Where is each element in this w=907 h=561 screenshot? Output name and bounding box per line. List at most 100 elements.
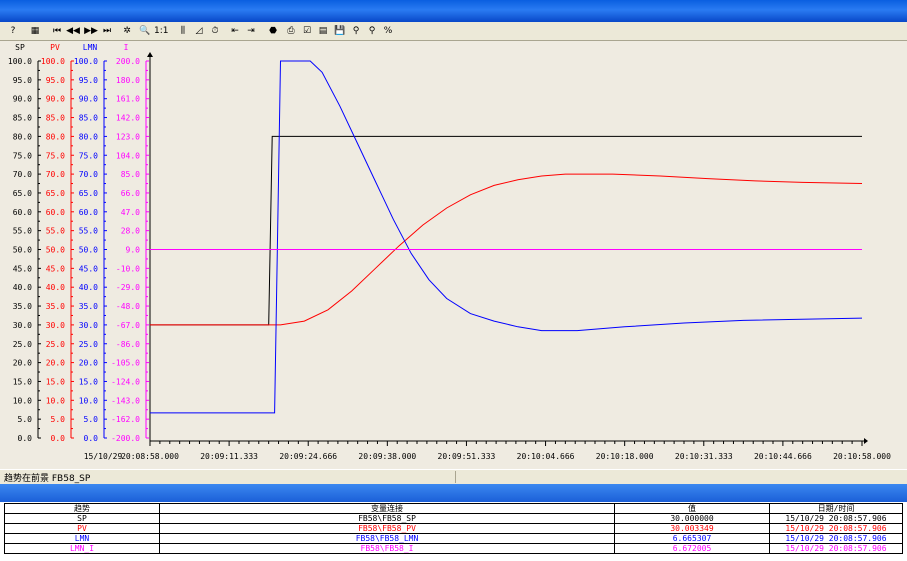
x-axis-label: 20:09:11.333 xyxy=(200,452,258,461)
axis-label-lmn: 45.0 xyxy=(79,264,98,273)
axis-label-i: -86.0 xyxy=(116,340,140,349)
help-button[interactable]: ? xyxy=(6,24,20,38)
cell-variable: FB58\FB58_PV xyxy=(159,523,615,534)
axis-label-sp: 65.0 xyxy=(13,189,32,198)
axis-label-sp: 35.0 xyxy=(13,302,32,311)
cell-datetime: 15/10/29 20:08:57.906 xyxy=(769,533,903,544)
axis-label-pv: 55.0 xyxy=(46,227,65,236)
axis-label-sp: 0.0 xyxy=(18,434,33,443)
axis-label-pv: 85.0 xyxy=(46,114,65,123)
percent-button[interactable]: % xyxy=(381,24,395,38)
ruler-button[interactable]: ⫼ xyxy=(176,24,190,38)
axis-label-lmn: 30.0 xyxy=(79,321,98,330)
last-button[interactable]: ⏭ xyxy=(100,24,114,38)
axis-label-pv: 35.0 xyxy=(46,302,65,311)
status-bar: 趋势在前景 FB58_SP xyxy=(0,469,907,485)
stats-button[interactable]: ▤ xyxy=(316,24,330,38)
axis-label-sp: 20.0 xyxy=(13,359,32,368)
reset-button[interactable]: ⏱ xyxy=(208,24,222,38)
axis-label-lmn: 80.0 xyxy=(79,132,98,141)
cell-variable: FB58\FB58_I xyxy=(159,543,615,554)
config-button[interactable]: ☑ xyxy=(300,24,314,38)
axis-label-sp: 60.0 xyxy=(13,208,32,217)
axis-label-pv: 50.0 xyxy=(46,246,65,255)
axis-label-lmn: 50.0 xyxy=(79,246,98,255)
axis-label-pv: 70.0 xyxy=(46,170,65,179)
connect-button[interactable]: ⚲ xyxy=(349,24,363,38)
axis-label-pv: 90.0 xyxy=(46,95,65,104)
axis-label-i: 85.0 xyxy=(121,170,140,179)
axis-header-pv: PV xyxy=(50,43,60,52)
axis-label-i: -162.0 xyxy=(111,415,140,424)
axis-label-i: 9.0 xyxy=(126,246,141,255)
axis-label-i: 180.0 xyxy=(116,76,140,85)
col-value[interactable]: 值 xyxy=(614,503,770,514)
table-row[interactable]: LMN_I FB58\FB58_I 6.672005 15/10/29 20:08:5… xyxy=(4,543,903,554)
table-row[interactable]: SP FB58\FB58_SP 30.000000 15/10/29 20:08:57… xyxy=(4,513,903,524)
col-trend[interactable]: 趋势 xyxy=(4,503,160,514)
axis-header-i: I xyxy=(124,43,129,52)
axis-label-i: -48.0 xyxy=(116,302,140,311)
cell-trend: LMN_I xyxy=(4,543,160,554)
axis-label-sp: 70.0 xyxy=(13,170,32,179)
col-datetime[interactable]: 日期/时间 xyxy=(769,503,903,514)
axis-label-pv: 75.0 xyxy=(46,151,65,160)
print-button[interactable]: ⎙ xyxy=(284,24,298,38)
axis-label-lmn: 60.0 xyxy=(79,208,98,217)
axis-label-lmn: 25.0 xyxy=(79,340,98,349)
axis-label-i: -200.0 xyxy=(111,434,140,443)
axis-label-pv: 5.0 xyxy=(51,415,66,424)
y-axis-arrow xyxy=(147,52,153,57)
axis-label-pv: 10.0 xyxy=(46,396,65,405)
save-button[interactable]: 💾 xyxy=(333,24,347,38)
cell-value: 6.672005 xyxy=(614,543,770,554)
trend-chart-svg[interactable]: SP 100.0 95.0 90.0 85.0 80.0 75.0 70.0 65.0 60.0 5… xyxy=(0,41,907,469)
status-text: 趋势在前景 FB58_SP xyxy=(4,474,91,484)
connect2-button[interactable]: ⚲ xyxy=(365,24,379,38)
axis-label-sp: 40.0 xyxy=(13,283,32,292)
x-axis-label: 20:09:38.000 xyxy=(358,452,416,461)
select-trend-button[interactable]: ⇤ xyxy=(228,24,242,38)
axis-label-i: -29.0 xyxy=(116,283,140,292)
cell-datetime: 15/10/29 20:08:57.906 xyxy=(769,513,903,524)
prev-button[interactable]: ◀◀ xyxy=(66,24,80,38)
axis-label-lmn: 5.0 xyxy=(84,415,99,424)
export-button[interactable]: ⇥ xyxy=(244,24,258,38)
axis-label-i: 47.0 xyxy=(121,208,140,217)
axis-label-sp: 5.0 xyxy=(18,415,33,424)
axis-label-pv: 15.0 xyxy=(46,377,65,386)
original-size-button[interactable]: 1:1 xyxy=(154,24,168,38)
axis-label-sp: 30.0 xyxy=(13,321,32,330)
trend-chart[interactable]: SP 100.0 95.0 90.0 85.0 80.0 75.0 70.0 65.0 60.0 5… xyxy=(0,41,907,469)
zoom-area-button[interactable]: ◿ xyxy=(192,24,206,38)
axis-label-pv: 40.0 xyxy=(46,283,65,292)
properties-button[interactable]: ▦ xyxy=(28,24,42,38)
x-axis-label: 20:10:18.000 xyxy=(596,452,654,461)
trend-table: 趋势 变量连接 值 日期/时间 SP FB58\FB58_SP 30.000000 1… xyxy=(4,503,903,554)
x-axis-label: 20:09:24.666 xyxy=(279,452,337,461)
axis-label-i: 66.0 xyxy=(121,189,140,198)
axis-label-sp: 10.0 xyxy=(13,396,32,405)
next-button[interactable]: ▶▶ xyxy=(84,24,98,38)
axis-label-lmn: 15.0 xyxy=(79,377,98,386)
axis-label-sp: 95.0 xyxy=(13,76,32,85)
cell-datetime: 15/10/29 20:08:57.906 xyxy=(769,543,903,554)
x-axis-arrow xyxy=(864,438,868,444)
axis-label-sp: 80.0 xyxy=(13,132,32,141)
col-variable[interactable]: 变量连接 xyxy=(159,503,615,514)
axis-label-pv: 60.0 xyxy=(46,208,65,217)
pause-button[interactable]: ✲ xyxy=(120,24,134,38)
start-button[interactable]: ⬣ xyxy=(266,24,280,38)
axis-label-lmn: 95.0 xyxy=(79,76,98,85)
zoom-button[interactable]: 🔍 xyxy=(138,24,152,38)
axis-label-sp: 90.0 xyxy=(13,95,32,104)
table-row[interactable]: LMN FB58\FB58_LMN 6.665307 15/10/29 20:08:5… xyxy=(4,533,903,544)
status-separator xyxy=(455,471,456,483)
x-axis-label: 20:09:51.333 xyxy=(438,452,496,461)
axis-label-pv: 45.0 xyxy=(46,264,65,273)
cell-trend: LMN xyxy=(4,533,160,544)
axis-label-i: -143.0 xyxy=(111,396,140,405)
axis-label-pv: 100.0 xyxy=(41,57,65,66)
first-button[interactable]: ⏮ xyxy=(50,24,64,38)
table-row[interactable]: PV FB58\FB58_PV 30.003349 15/10/29 20:08:57… xyxy=(4,523,903,534)
